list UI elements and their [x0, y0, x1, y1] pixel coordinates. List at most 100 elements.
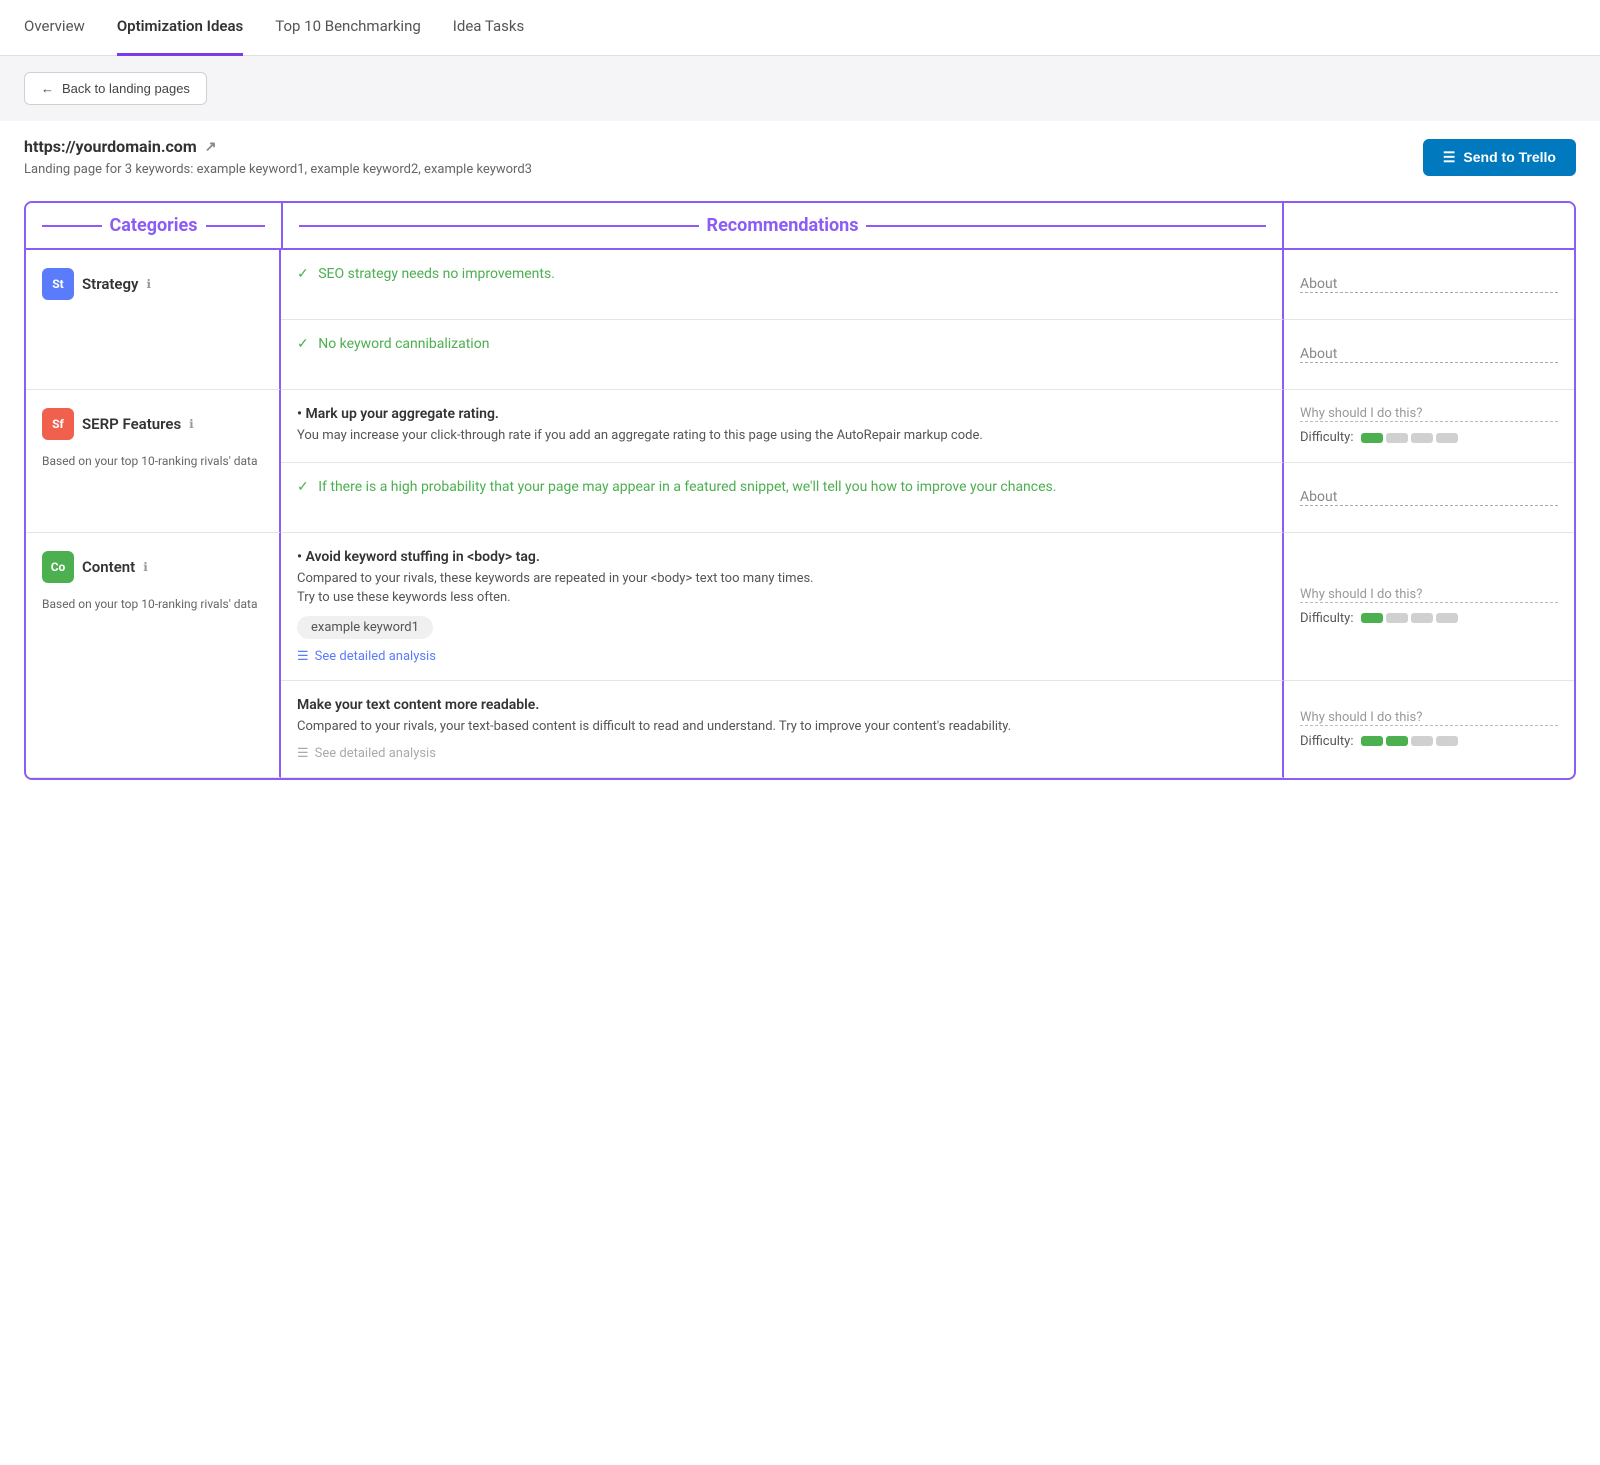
content-info-icon[interactable]: ℹ [143, 560, 148, 574]
check-icon-2: ✓ [297, 336, 309, 352]
serp-about-2: About [1284, 463, 1574, 533]
back-row: ← Back to landing pages [0, 56, 1600, 121]
diff-bar-1 [1361, 433, 1383, 443]
content-diff-bars-1 [1361, 613, 1458, 623]
strategy-rec-1-text: SEO strategy needs no improvements. [318, 266, 555, 282]
nav-top10[interactable]: Top 10 Benchmarking [275, 0, 421, 56]
content-about-2: Why should I do this? Difficulty: [1284, 681, 1574, 779]
see-analysis-1[interactable]: ☰ See detailed analysis [297, 649, 1266, 664]
category-strategy: St Strategy ℹ [26, 250, 281, 390]
content-rec-2-desc: Compared to your rivals, your text-based… [297, 717, 1266, 737]
optimization-table: Categories Recommendations St Strate [24, 201, 1576, 780]
serp-rec-1-desc: You may increase your click-through rate… [297, 426, 1266, 446]
strategy-about-2: About [1284, 320, 1574, 390]
content-rec-1: • Avoid keyword stuffing in <body> tag. … [281, 533, 1284, 681]
serp-rec-1-title: • Mark up your aggregate rating. [297, 406, 1266, 422]
category-content: Co Content ℹ Based on your top 10-rankin… [26, 533, 281, 779]
trello-button[interactable]: ☰ Send to Trello [1423, 139, 1576, 176]
serp-about-2-text[interactable]: About [1300, 489, 1558, 506]
diff-bar-3 [1411, 433, 1433, 443]
content-keyword-tag: example keyword1 [297, 608, 1266, 639]
serp-diff-bars [1361, 433, 1458, 443]
nav-optimization-ideas[interactable]: Optimization Ideas [117, 0, 243, 56]
content-diff-bars-2 [1361, 736, 1458, 746]
difficulty-label-serp: Difficulty: [1300, 430, 1353, 445]
serp-badge: Sf [42, 408, 74, 440]
content-diff-bar-2 [1386, 613, 1408, 623]
strategy-rec-2-text: No keyword cannibalization [318, 336, 489, 352]
content-rec-1-desc: Compared to your rivals, these keywords … [297, 569, 1266, 608]
content-header: Co Content ℹ [42, 551, 263, 583]
content-rec-2: Make your text content more readable. Co… [281, 681, 1284, 779]
domain-info: https://yourdomain.com ↗ Landing page fo… [24, 137, 532, 177]
strategy-header: St Strategy ℹ [42, 268, 263, 300]
col-header-about [1284, 203, 1574, 248]
trello-button-label: Send to Trello [1463, 149, 1556, 165]
content-rec-2-title: Make your text content more readable. [297, 697, 1266, 713]
table-body: St Strategy ℹ ✓ SEO strategy needs no im… [26, 250, 1574, 778]
strategy-info-icon[interactable]: ℹ [147, 277, 152, 291]
difficulty-label-content-2: Difficulty: [1300, 734, 1353, 749]
content-diff-bar2-3 [1411, 736, 1433, 746]
content-why-label-2[interactable]: Why should I do this? [1300, 710, 1558, 726]
content-diff-bar-1 [1361, 613, 1383, 623]
serp-difficulty: Difficulty: [1300, 430, 1558, 445]
content-difficulty-1: Difficulty: [1300, 611, 1558, 626]
content-sub: Based on your top 10-ranking rivals' dat… [42, 597, 263, 611]
header-line-right [206, 225, 266, 227]
domain-url: https://yourdomain.com ↗ [24, 137, 532, 156]
serp-name: SERP Features [82, 415, 181, 433]
back-arrow-icon: ← [41, 81, 54, 96]
content-diff-bar-4 [1436, 613, 1458, 623]
check-icon-1: ✓ [297, 266, 309, 282]
strategy-rec-1: ✓ SEO strategy needs no improvements. [281, 250, 1284, 320]
content-diff-bar2-2 [1386, 736, 1408, 746]
see-analysis-1-label: See detailed analysis [315, 649, 436, 664]
serp-why-label[interactable]: Why should I do this? [1300, 406, 1558, 422]
strategy-rec-2: ✓ No keyword cannibalization [281, 320, 1284, 390]
col-header-recommendations: Recommendations [281, 203, 1284, 248]
see-analysis-2[interactable]: ☰ See detailed analysis [297, 746, 1266, 761]
nav-idea-tasks[interactable]: Idea Tasks [453, 0, 524, 56]
app-container: Overview Optimization Ideas Top 10 Bench… [0, 0, 1600, 1465]
domain-keywords: Landing page for 3 keywords: example key… [24, 162, 532, 177]
analysis-icon-2: ☰ [297, 746, 309, 761]
strategy-name: Strategy [82, 275, 139, 293]
difficulty-label-content-1: Difficulty: [1300, 611, 1353, 626]
content-diff-bar2-1 [1361, 736, 1383, 746]
diff-bar-4 [1436, 433, 1458, 443]
serp-rec-1: • Mark up your aggregate rating. You may… [281, 390, 1284, 463]
content-name: Content [82, 558, 135, 576]
domain-url-text: https://yourdomain.com [24, 137, 197, 156]
external-link-icon[interactable]: ↗ [205, 139, 217, 155]
analysis-icon-1: ☰ [297, 649, 309, 664]
domain-row: https://yourdomain.com ↗ Landing page fo… [0, 121, 1600, 185]
rec-header-line-left [299, 225, 699, 227]
strategy-about-2-text[interactable]: About [1300, 346, 1558, 363]
categories-label: Categories [110, 215, 198, 236]
table-header: Categories Recommendations [26, 203, 1574, 250]
content-about-1: Why should I do this? Difficulty: [1284, 533, 1574, 681]
recommendations-label: Recommendations [707, 215, 859, 236]
serp-rec-2-text: If there is a high probability that your… [318, 479, 1056, 495]
back-button[interactable]: ← Back to landing pages [24, 72, 207, 105]
diff-bar-2 [1386, 433, 1408, 443]
serp-about-1: Why should I do this? Difficulty: [1284, 390, 1574, 463]
category-serp: Sf SERP Features ℹ Based on your top 10-… [26, 390, 281, 533]
serp-info-icon[interactable]: ℹ [189, 417, 194, 431]
strategy-about-1: About [1284, 250, 1574, 320]
header-line-left [42, 225, 102, 227]
strategy-badge: St [42, 268, 74, 300]
strategy-about-1-text[interactable]: About [1300, 276, 1558, 293]
col-header-categories: Categories [26, 203, 281, 248]
see-analysis-2-label: See detailed analysis [315, 746, 436, 761]
content-rec-1-title: • Avoid keyword stuffing in <body> tag. [297, 549, 1266, 565]
check-icon-3: ✓ [297, 479, 309, 495]
content-why-label-1[interactable]: Why should I do this? [1300, 587, 1558, 603]
trello-icon: ☰ [1443, 149, 1456, 166]
nav-overview[interactable]: Overview [24, 0, 85, 56]
rec-header-line-right [866, 225, 1266, 227]
main-content: Categories Recommendations St Strate [0, 185, 1600, 812]
content-diff-bar-3 [1411, 613, 1433, 623]
keyword-tag-1[interactable]: example keyword1 [297, 616, 433, 639]
